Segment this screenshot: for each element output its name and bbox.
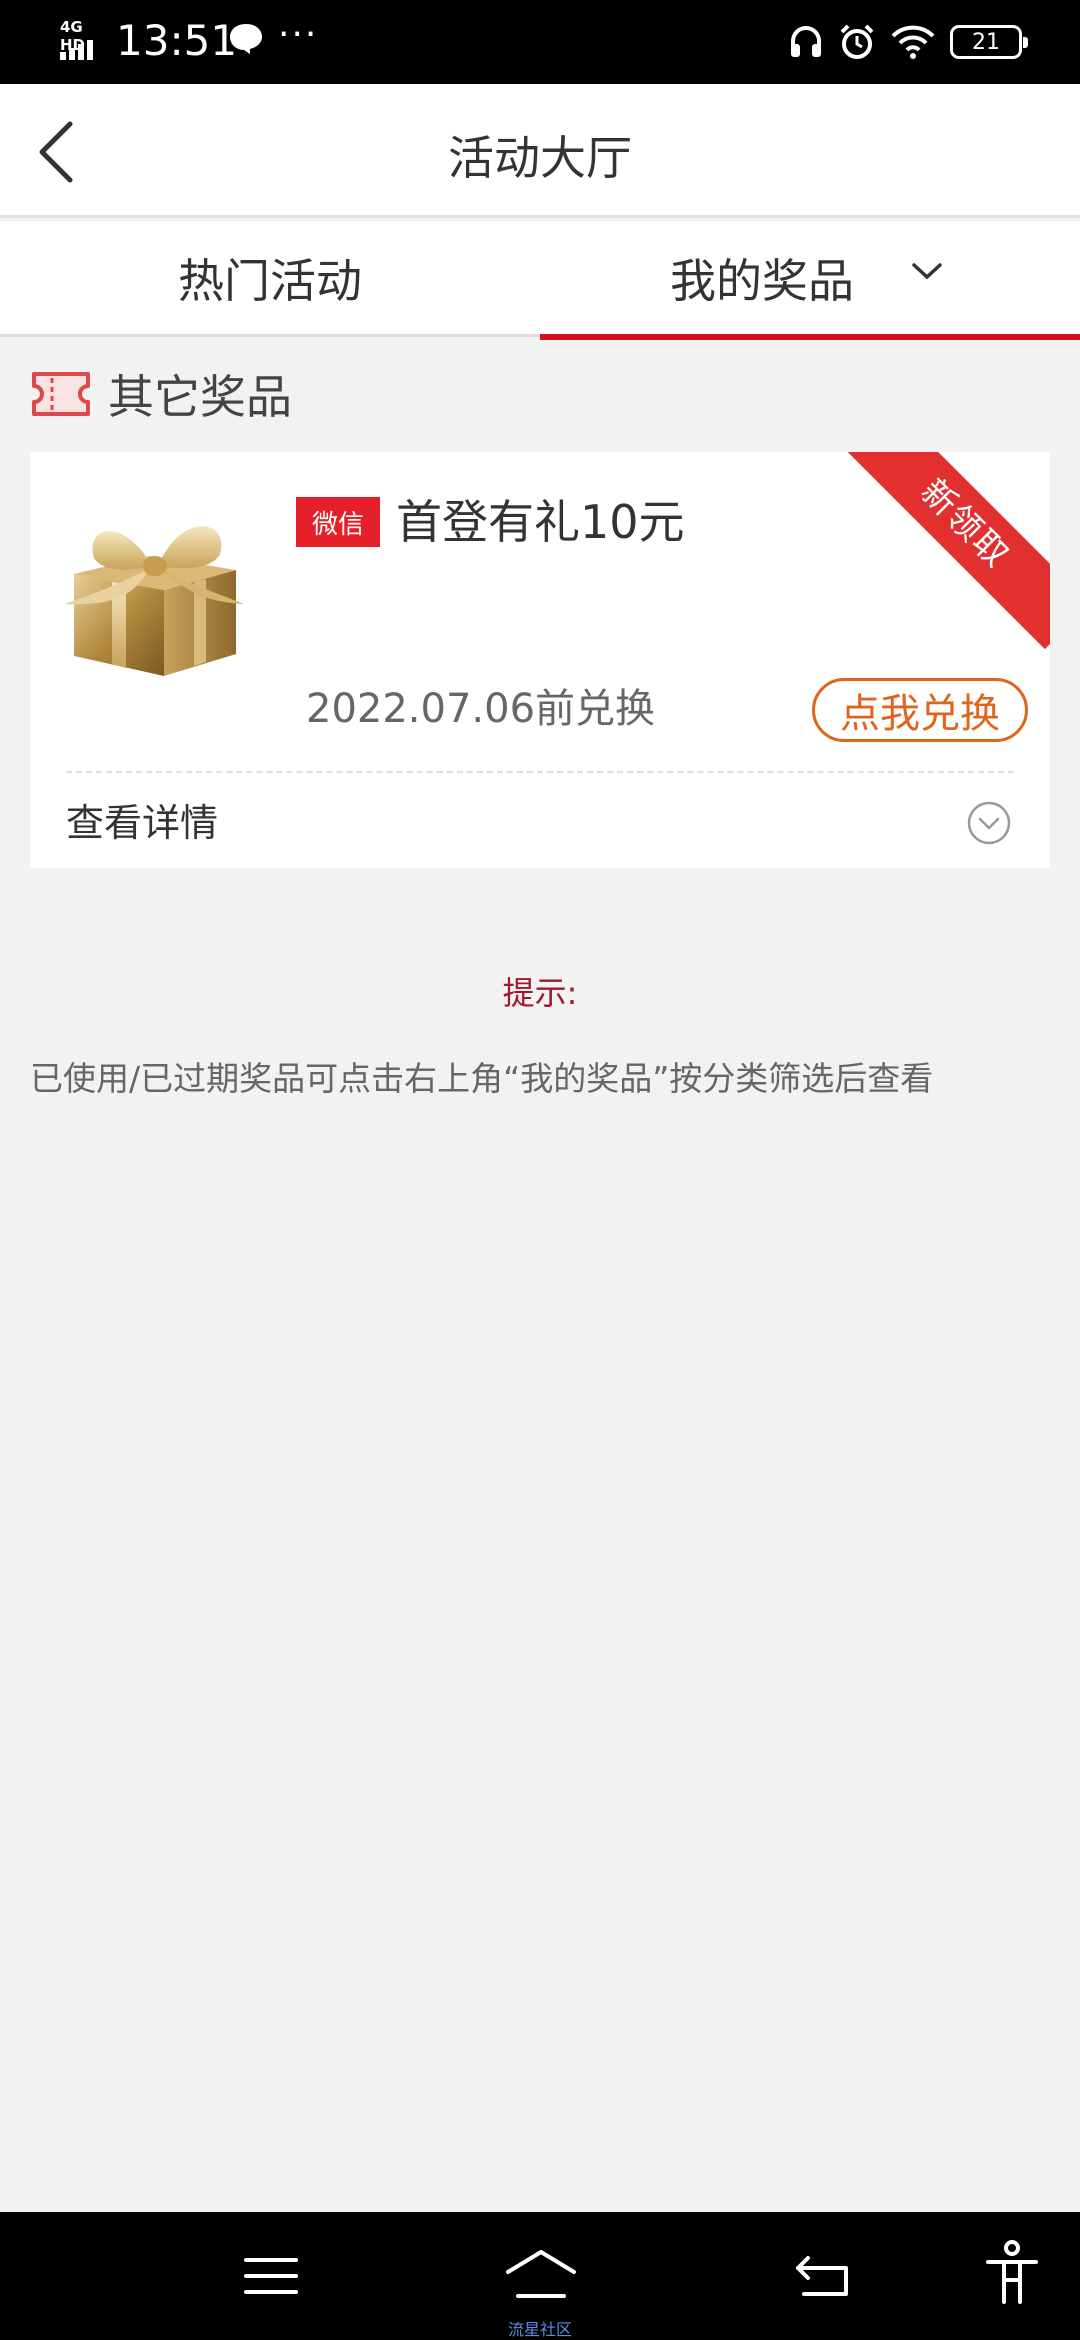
headphones-icon <box>791 26 821 57</box>
active-tab-indicator <box>540 334 1080 340</box>
back-nav-icon[interactable] <box>794 2252 852 2298</box>
more-notifications-icon: ··· <box>278 14 319 55</box>
status-bar: 4G HD 13:51 ··· 21 <box>0 0 1080 84</box>
battery-icon: 21 <box>950 25 1028 59</box>
tab-my-prizes[interactable]: 我的奖品 <box>540 221 1080 340</box>
menu-icon[interactable] <box>244 2256 298 2296</box>
expand-circle-icon[interactable] <box>966 800 1012 846</box>
view-details-link[interactable]: 查看详情 <box>66 792 218 847</box>
new-ribbon: 新领取 <box>839 452 1050 650</box>
card-divider <box>66 771 1014 773</box>
prize-title: 首登有礼10元 <box>396 495 685 549</box>
section-title: 其它奖品 <box>108 370 292 424</box>
tab-bar: 热门活动 我的奖品 <box>0 221 1080 340</box>
wifi-icon <box>891 25 935 59</box>
source-badge: 微信 <box>296 497 380 547</box>
chevron-down-icon <box>912 263 942 280</box>
accessibility-icon[interactable] <box>984 2240 1040 2306</box>
page-title: 活动大厅 <box>448 131 632 185</box>
redeem-button[interactable]: 点我兑换 <box>812 678 1028 742</box>
tab-label: 热门活动 <box>178 254 362 308</box>
prize-card: 微信 首登有礼10元 新领取 2022.07.06前兑换 点我兑换 查看详情 <box>30 452 1050 868</box>
clock: 13:51 <box>116 16 238 65</box>
section-header: 其它奖品 <box>30 362 292 426</box>
tab-label: 我的奖品 <box>670 254 854 308</box>
home-label: 流星社区 <box>508 2320 573 2339</box>
ticket-icon <box>32 372 90 416</box>
battery-level: 21 <box>972 29 1000 55</box>
app-header: 活动大厅 <box>0 84 1080 218</box>
expire-date: 2022.07.06前兑换 <box>306 686 656 732</box>
chat-bubble-icon <box>230 24 262 54</box>
alarm-clock-icon <box>840 24 874 59</box>
tip-label: 提示: <box>502 974 578 1012</box>
gift-box-image <box>64 526 244 676</box>
system-nav-bar: 流星社区 <box>0 2212 1080 2340</box>
network-signal-icon: 4G HD <box>58 18 108 60</box>
home-icon[interactable] <box>504 2248 578 2300</box>
tip-text: 已使用/已过期奖品可点击右上角“我的奖品”按分类筛选后查看 <box>30 1059 934 1098</box>
tab-hot-activities[interactable]: 热门活动 <box>0 221 540 337</box>
network-type: 4G HD <box>60 18 86 54</box>
